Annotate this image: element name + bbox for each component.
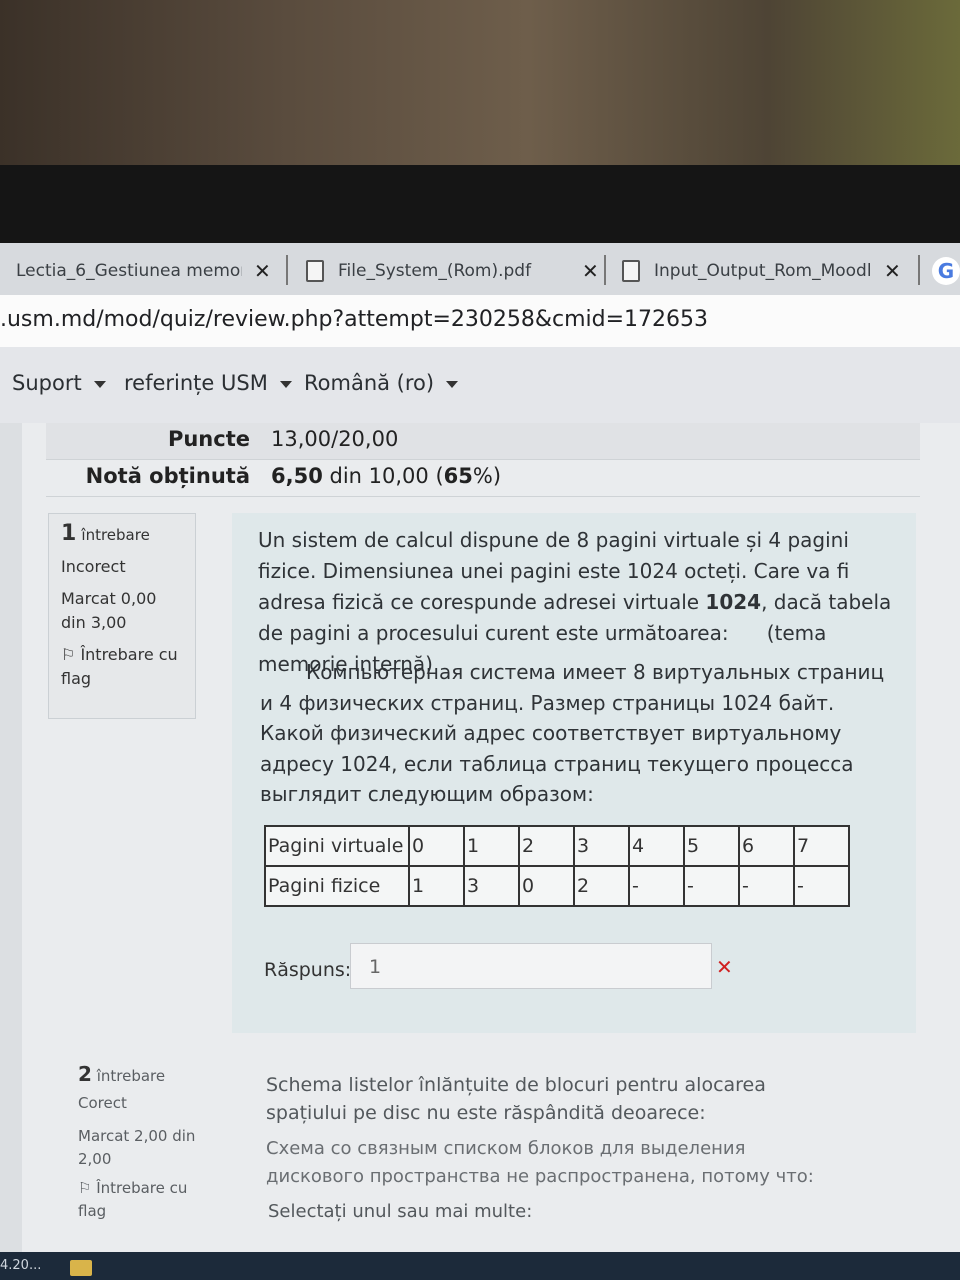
nav-label: referințe USM — [124, 371, 268, 395]
tab-label: Lectia_6_Gestiunea memoriei — [16, 261, 242, 281]
tab-bar: Lectia_6_Gestiunea memoriei ✕ File_Syste… — [0, 243, 960, 295]
nav-label: Română (ro) — [304, 371, 435, 395]
chevron-down-icon — [446, 380, 459, 388]
incorrect-icon: ✕ — [716, 955, 733, 979]
summary-label: Notă obținută — [85, 464, 250, 488]
nav-label: Suport — [12, 371, 82, 395]
summary-label: Puncte — [167, 427, 250, 451]
table-cell: - — [628, 865, 685, 907]
answer-label: Răspuns: — [264, 959, 352, 981]
question-marked: Marcat 0,00 din 3,00 — [61, 589, 157, 632]
flag-icon: ⚐ — [78, 1179, 97, 1197]
table-cell: 0 — [518, 865, 575, 907]
grade-percent: 65 — [443, 464, 473, 488]
url-text[interactable]: .usm.md/mod/quiz/review.php?attempt=2302… — [0, 307, 708, 332]
flag-icon: ⚐ — [61, 645, 81, 664]
table-header-cell: Pagini fizice — [264, 865, 410, 907]
table-cell: 0 — [408, 825, 465, 867]
chevron-down-icon — [93, 380, 106, 388]
table-header-cell: Pagini virtuale — [264, 825, 410, 867]
nav-referinte[interactable]: referințe USM — [124, 371, 292, 395]
tab-separator — [286, 255, 288, 285]
folder-icon[interactable] — [70, 1260, 92, 1276]
close-icon[interactable]: ✕ — [582, 259, 599, 283]
select-instruction: Selectați unul sau mai multe: — [268, 1201, 533, 1222]
tab-file-system[interactable]: File_System_(Rom).pdf ✕ — [306, 251, 599, 291]
summary-row-nota: Notă obținută 6,50 din 10,00 (65%) — [46, 460, 920, 497]
chevron-down-icon — [279, 380, 292, 388]
question-2-text-ru: Схема со связным списком блоков для выде… — [266, 1138, 814, 1187]
table-cell: - — [683, 865, 740, 907]
photo-background — [0, 0, 960, 170]
sidebar-strip — [0, 423, 22, 1253]
question-2-info: 2 întrebare Corect Marcat 2,00 din 2,00 … — [78, 1063, 228, 1223]
table-cell: - — [738, 865, 795, 907]
table-cell: 5 — [683, 825, 740, 867]
close-icon[interactable]: ✕ — [884, 259, 901, 283]
question-word: întrebare — [96, 1067, 166, 1085]
tab-separator — [604, 255, 606, 285]
table-cell: 1 — [408, 865, 465, 907]
tab-label: File_System_(Rom).pdf — [338, 261, 532, 281]
table-row: Pagini virtuale 0 1 2 3 4 5 6 7 — [264, 825, 850, 867]
flag-question-button[interactable]: ⚐ Întrebare cu flag — [61, 643, 185, 691]
summary-value: 6,50 din 10,00 (65%) — [271, 464, 501, 488]
address-bar[interactable]: .usm.md/mod/quiz/review.php?attempt=2302… — [0, 295, 960, 348]
question-1-info: 1 întrebare Incorect Marcat 0,00 din 3,0… — [48, 513, 196, 719]
table-cell: 2 — [518, 825, 575, 867]
question-status: Incorect — [61, 557, 126, 576]
question-word: întrebare — [81, 526, 150, 544]
summary-value: 13,00/20,00 — [271, 427, 399, 451]
google-icon[interactable]: G — [932, 257, 960, 285]
document-icon — [306, 260, 324, 282]
grade-text-end: %) — [472, 464, 502, 488]
tab-lectia[interactable]: Lectia_6_Gestiunea memoriei ✕ — [16, 251, 271, 291]
tab-separator — [918, 255, 920, 285]
monitor-bezel — [0, 165, 960, 245]
taskbar: 4.20... — [0, 1252, 960, 1280]
taskbar-clock: 4.20... — [0, 1258, 42, 1273]
page-table: Pagini virtuale 0 1 2 3 4 5 6 7 Pagini f… — [264, 825, 850, 907]
question-number: 1 — [61, 521, 77, 546]
table-cell: 2 — [573, 865, 630, 907]
document-icon — [622, 260, 640, 282]
page-content: Puncte 13,00/20,00 Notă obținută 6,50 di… — [0, 423, 960, 1253]
tab-label: Input_Output_Rom_Moodle.p — [654, 261, 872, 281]
table-cell: - — [793, 865, 850, 907]
browser-window: Lectia_6_Gestiunea memoriei ✕ File_Syste… — [0, 243, 960, 1253]
table-cell: 1 — [463, 825, 520, 867]
grade-text: din 10,00 ( — [322, 464, 444, 488]
close-icon[interactable]: ✕ — [254, 259, 271, 283]
nav-suport[interactable]: Suport — [12, 371, 106, 395]
question-text-bold: 1024 — [705, 590, 762, 614]
grade-value: 6,50 — [271, 464, 323, 488]
question-number: 2 — [78, 1062, 92, 1086]
table-cell: 6 — [738, 825, 795, 867]
question-1-content: Un sistem de calcul dispune de 8 pagini … — [232, 513, 916, 1033]
table-cell: 7 — [793, 825, 850, 867]
table-cell: 3 — [573, 825, 630, 867]
site-navbar: Suport referințe USM Română (ro) — [0, 347, 960, 423]
flag-question-button[interactable]: ⚐ Întrebare cu flag — [78, 1177, 198, 1223]
question-text-ru: Компьютерная система имеет 8 виртуальных… — [260, 660, 885, 806]
question-status: Corect — [78, 1094, 127, 1112]
table-cell: 3 — [463, 865, 520, 907]
question-marked: Marcat 2,00 din 2,00 — [78, 1127, 196, 1168]
summary-row-puncte: Puncte 13,00/20,00 — [46, 423, 920, 460]
table-row: Pagini fizice 1 3 0 2 - - - - — [264, 865, 850, 907]
nav-language[interactable]: Română (ro) — [304, 371, 459, 395]
answer-input[interactable]: 1 — [350, 943, 712, 989]
quiz-summary: Puncte 13,00/20,00 Notă obținută 6,50 di… — [46, 423, 920, 497]
question-2-text-ro: Schema listelor înlănțuite de blocuri pe… — [266, 1074, 766, 1124]
tab-input-output[interactable]: Input_Output_Rom_Moodle.p ✕ — [622, 251, 901, 291]
table-cell: 4 — [628, 825, 685, 867]
